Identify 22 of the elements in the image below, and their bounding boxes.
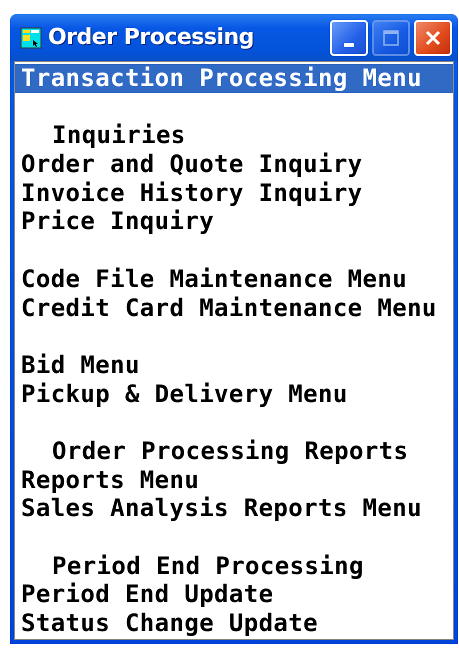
maximize-icon <box>383 30 399 46</box>
menu-item[interactable]: Status Change Update <box>15 609 453 638</box>
menu-item[interactable]: Transaction Processing Menu <box>15 64 453 93</box>
close-button[interactable] <box>414 20 452 56</box>
menu-item[interactable]: Price Inquiry <box>15 207 453 236</box>
close-icon <box>425 30 441 46</box>
menu-item[interactable]: Period End Update <box>15 580 453 610</box>
menu-heading: Period End Processing <box>51 552 365 580</box>
minimize-icon <box>344 42 354 46</box>
menu-item[interactable]: Order and Quote Inquiry <box>15 150 453 179</box>
menu-item[interactable]: Bid Menu <box>15 350 453 380</box>
menu-heading: Inquiries <box>51 121 187 150</box>
menu-item[interactable]: Credit Card Maintenance Menu <box>15 294 453 322</box>
window-title: Order Processing <box>48 25 255 50</box>
menu-item[interactable]: Reports Menu <box>15 466 453 494</box>
app-icon <box>20 26 42 48</box>
minimize-button[interactable] <box>330 20 368 56</box>
menu-item[interactable]: Sales Analysis Reports Menu <box>15 494 453 523</box>
menu-item[interactable]: Invoice History Inquiry <box>15 178 453 208</box>
menu-item[interactable]: Code File Maintenance Menu <box>15 264 453 294</box>
menu-item[interactable]: Pickup & Delivery Menu <box>15 380 453 408</box>
menu-heading: Order Processing Reports <box>51 436 410 466</box>
